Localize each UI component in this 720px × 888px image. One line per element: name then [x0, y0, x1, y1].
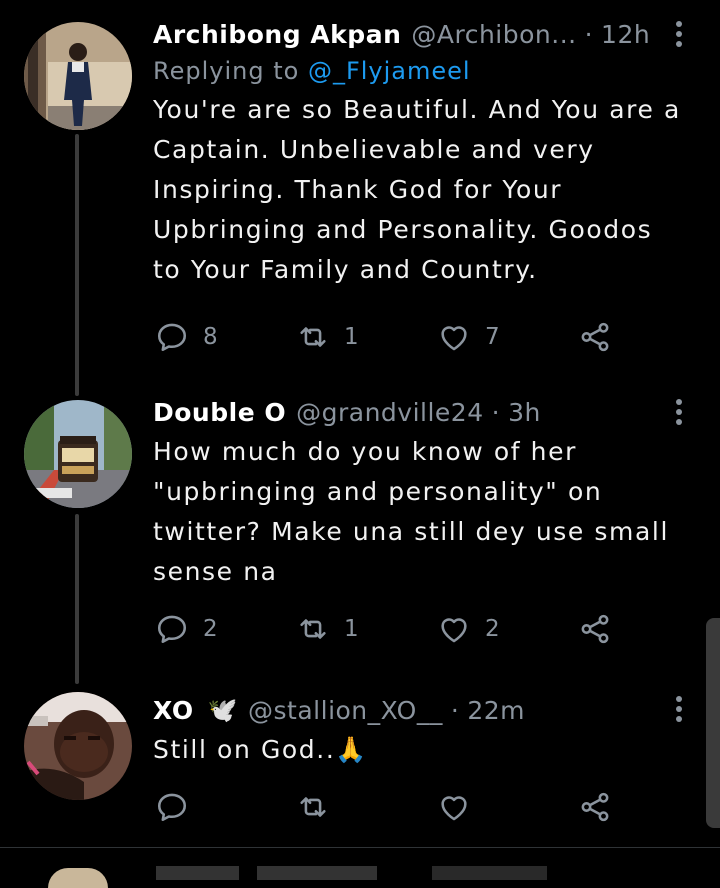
divider: [0, 847, 720, 848]
share-icon: [581, 322, 609, 352]
more-vertical-icon[interactable]: [672, 695, 686, 723]
retweet-count: 1: [344, 324, 359, 350]
share-icon: [581, 792, 609, 822]
thread-line: [75, 514, 79, 684]
reply-button[interactable]: 8: [155, 317, 218, 357]
author-handle[interactable]: @Archibon...: [411, 20, 576, 49]
reply-tweet[interactable]: XO 🕊️ @stallion_XO__ · 22m Still on God.…: [153, 692, 700, 770]
tweet-text: You're are so Beautiful. And You are a C…: [153, 95, 681, 284]
timestamp[interactable]: 12h: [601, 20, 650, 49]
action-bar: 2 1 2: [153, 609, 623, 649]
heart-icon: [441, 326, 467, 351]
like-button[interactable]: [437, 787, 485, 827]
author-name[interactable]: Double O: [153, 398, 286, 427]
mention-link[interactable]: @_Flyjameel: [308, 57, 471, 85]
like-button[interactable]: 7: [437, 317, 500, 357]
avatar[interactable]: [24, 400, 132, 508]
like-count: 7: [485, 324, 500, 350]
reply-icon: [157, 323, 187, 352]
author-name[interactable]: XO: [153, 696, 194, 725]
reply-tweet[interactable]: Archibong Akpan @Archibon... · 12h Reply…: [153, 16, 700, 290]
heart-icon: [441, 796, 467, 821]
reply-count: 8: [203, 324, 218, 350]
author-name[interactable]: Archibong Akpan: [153, 20, 401, 49]
retweet-icon: [300, 797, 326, 817]
retweet-icon: [300, 327, 326, 347]
retweet-button[interactable]: 1: [296, 609, 359, 649]
scrollbar[interactable]: [706, 618, 720, 828]
avatar[interactable]: [48, 868, 108, 888]
avatar[interactable]: [24, 692, 132, 800]
reply-button[interactable]: [155, 787, 203, 827]
separator-dot: ·: [584, 19, 594, 49]
share-button[interactable]: [578, 609, 612, 649]
action-bar: 8 1 7: [153, 317, 623, 357]
like-button[interactable]: 2: [437, 609, 500, 649]
author-handle[interactable]: @stallion_XO__: [248, 696, 443, 725]
heart-icon: [441, 618, 467, 643]
tweet-text: How much do you know of her "upbringing …: [153, 437, 670, 586]
retweet-button[interactable]: 1: [296, 317, 359, 357]
replying-to: Replying to @_Flyjameel: [153, 52, 700, 90]
reply-icon: [157, 615, 187, 644]
like-count: 2: [485, 616, 500, 642]
action-bar: [153, 787, 623, 827]
avatar[interactable]: [24, 22, 132, 130]
more-vertical-icon[interactable]: [672, 398, 686, 426]
dove-emoji: 🕊️: [207, 696, 239, 724]
share-button[interactable]: [578, 787, 612, 827]
separator-dot: ·: [491, 397, 501, 427]
reply-count: 2: [203, 616, 218, 642]
retweet-icon: [300, 619, 326, 639]
author-handle[interactable]: @grandville24: [296, 398, 484, 427]
retweet-count: 1: [344, 616, 359, 642]
tweet-header: XO 🕊️ @stallion_XO__ · 22m: [153, 692, 700, 728]
timestamp[interactable]: 22m: [467, 696, 525, 725]
replying-prefix: Replying to: [153, 57, 308, 85]
reply-icon: [157, 793, 187, 822]
reply-tweet[interactable]: Double O @grandville24 · 3h How much do …: [153, 394, 700, 592]
tweet-text: Still on God..🙏: [153, 735, 369, 764]
separator-dot: ·: [450, 695, 460, 725]
timestamp[interactable]: 3h: [508, 398, 541, 427]
thread-line: [75, 134, 79, 396]
share-button[interactable]: [578, 317, 612, 357]
tweet-header: Double O @grandville24 · 3h: [153, 394, 700, 430]
tweet-header: Archibong Akpan @Archibon... · 12h: [153, 16, 700, 52]
more-vertical-icon[interactable]: [672, 20, 686, 48]
reply-button[interactable]: 2: [155, 609, 218, 649]
next-tweet-preview: [156, 866, 616, 880]
retweet-button[interactable]: [296, 787, 344, 827]
share-icon: [581, 614, 609, 644]
